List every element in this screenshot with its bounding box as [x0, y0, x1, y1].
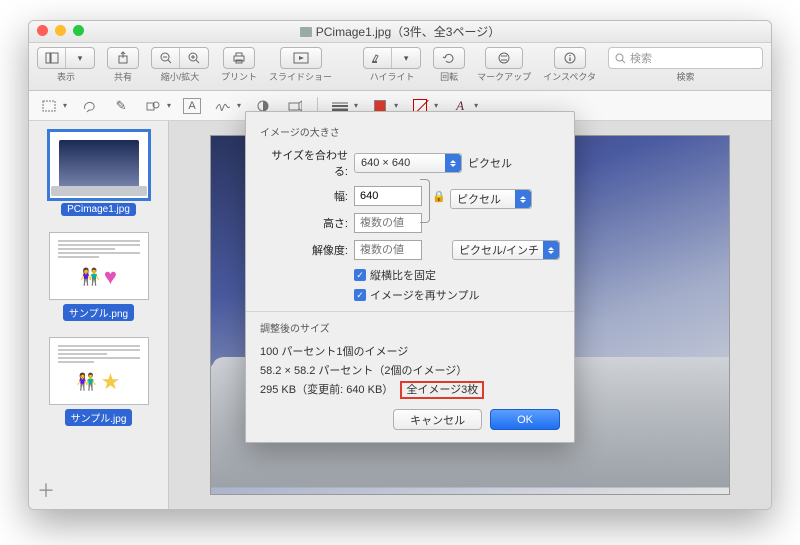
zoom-label: 縮小/拡大	[161, 70, 200, 83]
fit-unit: ピクセル	[468, 155, 512, 171]
resize-dialog: イメージの大きさ サイズを合わせる: 640 × 640 ピクセル 幅: 高さ:…	[245, 111, 575, 443]
chevron-down-icon[interactable]: ▾	[474, 101, 478, 110]
selection-tool-icon[interactable]	[39, 97, 59, 115]
minimize-icon[interactable]	[55, 25, 66, 36]
rotate-button[interactable]	[433, 47, 465, 69]
search-label: 検索	[676, 70, 694, 83]
chevron-down-icon[interactable]: ▾	[434, 101, 438, 110]
thumbnail-filename: PCimage1.jpg	[61, 203, 136, 216]
markup-label: マークアップ	[477, 70, 531, 83]
fit-select[interactable]: 640 × 640	[354, 153, 462, 173]
view-label: 表示	[57, 70, 75, 83]
resolution-label: 解像度:	[260, 242, 348, 258]
share-button[interactable]	[107, 47, 139, 69]
add-button[interactable]: ＋	[37, 477, 55, 503]
thumbnail-filename: サンプル.png	[63, 304, 134, 321]
markup-button[interactable]	[485, 47, 523, 69]
lock-icon[interactable]: 🔒	[432, 186, 446, 206]
sign-tool-icon[interactable]	[213, 97, 233, 115]
slideshow-label: スライドショー	[269, 70, 332, 83]
thumbnail-item[interactable]: 👫♥ サンプル.png	[45, 232, 153, 321]
width-label: 幅:	[260, 188, 348, 204]
window-title: PCimage1.jpg（3件、全3ページ）	[316, 23, 500, 40]
chevron-down-icon[interactable]: ▾	[394, 101, 398, 110]
print-button[interactable]	[223, 47, 255, 69]
height-label: 高さ:	[260, 215, 348, 231]
thumbnail-sidebar: PCimage1.jpg 👫♥ サンプル.png 👫★ サンプル.jpg ＋	[29, 121, 169, 509]
document-icon	[300, 27, 312, 37]
thumbnail-item[interactable]: 👫★ サンプル.jpg	[45, 337, 153, 426]
print-label: プリント	[221, 70, 257, 83]
chevron-down-icon[interactable]: ▾	[63, 101, 67, 110]
chevron-down-icon[interactable]: ▾	[354, 101, 358, 110]
fit-label: サイズを合わせる:	[260, 147, 348, 179]
view-mode-segment[interactable]: ▾	[37, 47, 95, 69]
result-line: 58.2 × 58.2 パーセント（2個のイメージ）	[260, 362, 560, 378]
shapes-tool-icon[interactable]	[143, 97, 163, 115]
search-input[interactable]: 検索	[608, 47, 763, 69]
chevron-down-icon[interactable]: ▾	[237, 101, 241, 110]
zoom-icon[interactable]	[73, 25, 84, 36]
resolution-input[interactable]	[354, 240, 422, 260]
titlebar: PCimage1.jpg（3件、全3ページ）	[29, 21, 771, 43]
search-placeholder: 検索	[630, 50, 652, 66]
result-line: 100 パーセント1個のイメージ	[260, 343, 560, 359]
aspect-ratio-checkbox[interactable]: ✓縦横比を固定	[354, 267, 560, 283]
traffic-lights	[37, 25, 84, 36]
chevron-down-icon[interactable]: ▾	[167, 101, 171, 110]
cancel-button[interactable]: キャンセル	[393, 409, 482, 430]
thumbnail-filename: サンプル.jpg	[65, 409, 133, 426]
thumbnail-item[interactable]: PCimage1.jpg	[45, 131, 153, 216]
height-input[interactable]	[354, 213, 422, 233]
unit-select[interactable]: ピクセル	[450, 189, 532, 209]
link-bracket	[420, 179, 430, 223]
share-label: 共有	[114, 70, 132, 83]
dialog-section-title: イメージの大きさ	[260, 124, 560, 139]
inspector-button[interactable]	[554, 47, 586, 69]
width-input[interactable]	[354, 186, 422, 206]
lasso-tool-icon[interactable]	[79, 97, 99, 115]
main-toolbar: ▾ 表示 共有 縮小/拡大 プリント スライドショー ▾ ハイライト	[29, 43, 771, 91]
resolution-unit-select[interactable]: ピクセル/インチ	[452, 240, 560, 260]
inspector-label: インスペクタ	[543, 70, 596, 83]
total-images-highlight: 全イメージ3枚	[400, 381, 484, 399]
slideshow-button[interactable]	[280, 47, 322, 69]
result-line: 295 KB（変更前: 640 KB） 全イメージ3枚	[260, 381, 560, 397]
highlight-segment[interactable]: ▾	[363, 47, 421, 69]
dialog-section-title: 調整後のサイズ	[260, 320, 560, 335]
rotate-label: 回転	[440, 70, 458, 83]
pen-tool-icon[interactable]: ✎	[111, 97, 131, 115]
highlight-label: ハイライト	[370, 70, 415, 83]
text-tool-icon[interactable]: A	[183, 98, 201, 114]
zoom-segment[interactable]	[151, 47, 209, 69]
search-icon	[615, 53, 626, 64]
ok-button[interactable]: OK	[490, 409, 560, 430]
resample-checkbox[interactable]: ✓イメージを再サンプル	[354, 287, 560, 303]
close-icon[interactable]	[37, 25, 48, 36]
